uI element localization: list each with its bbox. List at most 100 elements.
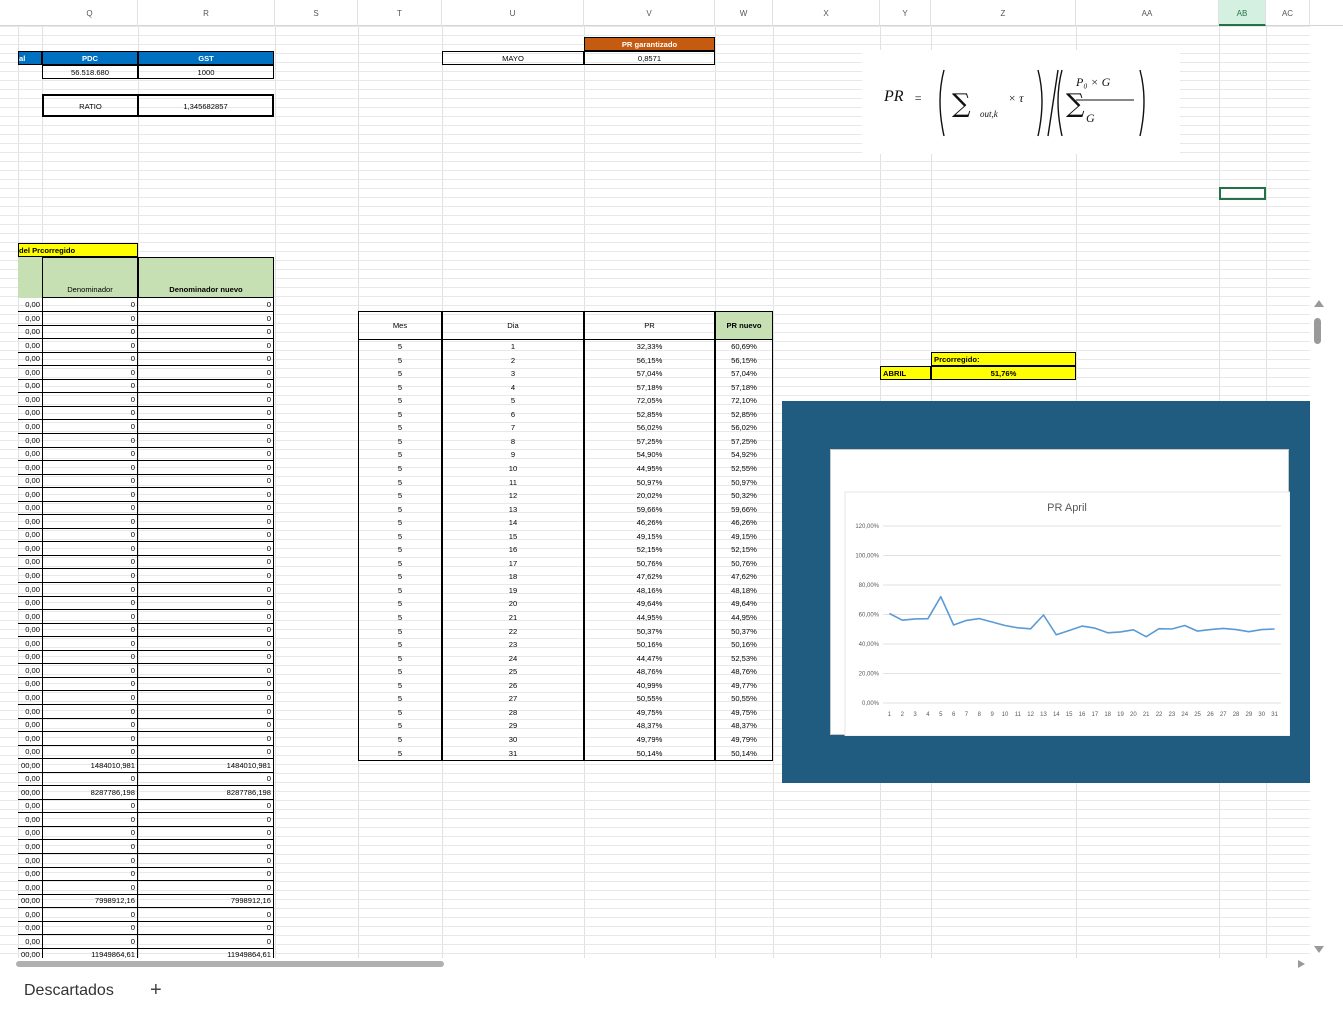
denominador-cell[interactable]: 8287786,198 [42,785,138,800]
denominador-nuevo-cell[interactable]: 0 [138,311,274,326]
pr-table-cell[interactable]: 46,26% [715,516,773,531]
pr-table-cell[interactable]: 21 [442,611,584,625]
pr-table-cell[interactable]: 54,90% [584,448,715,463]
column-header-ac[interactable]: AC [1266,0,1310,26]
denominador-nuevo-cell[interactable]: 0 [138,514,274,529]
pr-table-cell[interactable]: 4 [442,380,584,395]
pr-table-cell[interactable]: 5 [358,529,442,544]
pr-table-cell[interactable]: 10 [442,461,584,476]
denominador-cell[interactable]: 0 [42,460,138,475]
left-table-cell-p[interactable]: 0,00 [18,298,42,312]
denominador-nuevo-cell[interactable]: 0 [138,555,274,570]
pr-table-cell[interactable]: 50,14% [715,746,773,761]
gst-header[interactable]: GST [138,51,274,65]
left-table-cell-p[interactable]: 0,00 [18,325,42,340]
denominador-nuevo-cell[interactable]: 0 [138,880,274,895]
pr-table-cell[interactable]: 44,95% [584,611,715,625]
sheet-tab-descartados[interactable]: Descartados [24,982,114,1000]
pr-table-cell[interactable]: 50,14% [584,746,715,761]
denominador-cell[interactable]: 0 [42,799,138,814]
pr-table-cell[interactable]: 52,53% [715,651,773,666]
column-header-v[interactable]: V [584,0,715,26]
pr-table-cell[interactable]: 24 [442,651,584,666]
prcorregido-label[interactable]: Prcorregido: [931,352,1076,366]
column-header-s[interactable]: S [275,0,358,26]
pr-table-cell[interactable]: 72,05% [584,394,715,409]
left-table-cell-p[interactable]: 0,00 [18,474,42,489]
column-header-q[interactable]: Q [42,0,138,26]
denominador-nuevo-cell[interactable]: 0 [138,487,274,502]
denominador-nuevo-cell[interactable]: 0 [138,718,274,733]
denominador-nuevo-cell[interactable]: 0 [138,406,274,421]
pr-table-cell[interactable]: 5 [358,638,442,653]
denominador-cell[interactable]: 0 [42,867,138,882]
pr-table-cell[interactable]: 48,18% [715,583,773,598]
pr-table-cell[interactable]: 49,15% [584,529,715,544]
horizontal-scrollbar[interactable] [0,958,1310,970]
denominador-cell[interactable]: 0 [42,745,138,760]
left-table-cell-p[interactable]: 0,00 [18,379,42,394]
denominador-nuevo-cell[interactable]: 0 [138,867,274,882]
pr-table-header-0[interactable]: Mes [358,311,442,340]
pr-table-cell[interactable]: 40,99% [584,678,715,693]
pr-table-cell[interactable]: 15 [442,529,584,544]
denominador-cell[interactable]: 0 [42,812,138,827]
pr-table-cell[interactable]: 5 [358,556,442,571]
pr-table-cell[interactable]: 57,04% [584,367,715,382]
left-table-cell-p[interactable]: 0,00 [18,583,42,597]
denominador-nuevo-cell[interactable]: 0 [138,921,274,936]
pr-table-header-3[interactable]: PR nuevo [715,311,773,340]
pr-table-cell[interactable]: 50,37% [715,624,773,639]
pr-table-header-1[interactable]: Dia [442,311,584,340]
left-table-cell-p[interactable]: 0,00 [18,406,42,421]
denominador-nuevo-cell[interactable]: 0 [138,663,274,678]
pr-table-cell[interactable]: 5 [358,543,442,558]
pr-table-cell[interactable]: 49,77% [715,678,773,693]
denominador-nuevo-cell[interactable]: 0 [138,474,274,489]
pr-table-cell[interactable]: 56,15% [715,353,773,368]
denominador-nuevo-cell[interactable]: 0 [138,365,274,380]
denominador-cell[interactable]: 0 [42,392,138,407]
pr-table-cell[interactable]: 11 [442,475,584,490]
pr-table-cell[interactable]: 7 [442,421,584,436]
col-p-fragment[interactable]: al [18,51,42,65]
denominador-cell[interactable]: 0 [42,501,138,516]
pr-table-cell[interactable]: 72,10% [715,394,773,409]
denominador-nuevo-cell[interactable]: 0 [138,582,274,597]
pr-table-cell[interactable]: 1 [442,340,584,354]
left-table-cell-p[interactable]: 0,00 [18,867,42,882]
column-header-u[interactable]: U [442,0,584,26]
left-table-cell-p[interactable]: 0,00 [18,393,42,407]
pr-table-cell[interactable]: 48,76% [584,665,715,680]
pr-table-cell[interactable]: 50,55% [584,692,715,707]
pr-table-cell[interactable]: 8 [442,434,584,449]
pr-table-cell[interactable]: 5 [358,597,442,612]
pr-table-cell[interactable]: 22 [442,624,584,639]
pr-table-cell[interactable]: 5 [358,434,442,449]
pr-table-cell[interactable]: 31 [442,746,584,761]
pr-table-cell[interactable]: 5 [358,353,442,368]
selected-cell-ab[interactable] [1219,187,1266,200]
pr-table-cell[interactable]: 50,76% [584,556,715,571]
pr-table-cell[interactable]: 5 [358,367,442,382]
denominador-cell[interactable]: 0 [42,731,138,746]
pr-table-cell[interactable]: 19 [442,583,584,598]
add-sheet-icon[interactable]: + [150,979,162,1002]
left-table-cell-p[interactable]: 0,00 [18,528,42,543]
denominador-cell[interactable]: 0 [42,338,138,353]
pr-table-cell[interactable]: 60,69% [715,340,773,354]
denominador-cell[interactable]: 0 [42,934,138,949]
denominador-nuevo-cell[interactable]: 0 [138,826,274,841]
denominador-nuevo-header[interactable]: Denominador nuevo [138,257,274,298]
pr-table-cell[interactable]: 5 [358,461,442,476]
denominador-nuevo-cell[interactable]: 0 [138,731,274,746]
denominador-cell[interactable]: 11949864,61 [42,948,138,958]
pr-table-header-2[interactable]: PR [584,311,715,340]
pr-table-cell[interactable]: 56,02% [715,421,773,436]
denominador-cell[interactable]: 0 [42,704,138,719]
pr-table-cell[interactable]: 5 [358,448,442,463]
pr-table-cell[interactable]: 57,04% [715,367,773,382]
vertical-scrollbar[interactable] [1310,298,1343,960]
pr-garantizado-header[interactable]: PR garantizado [584,37,715,51]
denominador-cell[interactable]: 0 [42,514,138,529]
